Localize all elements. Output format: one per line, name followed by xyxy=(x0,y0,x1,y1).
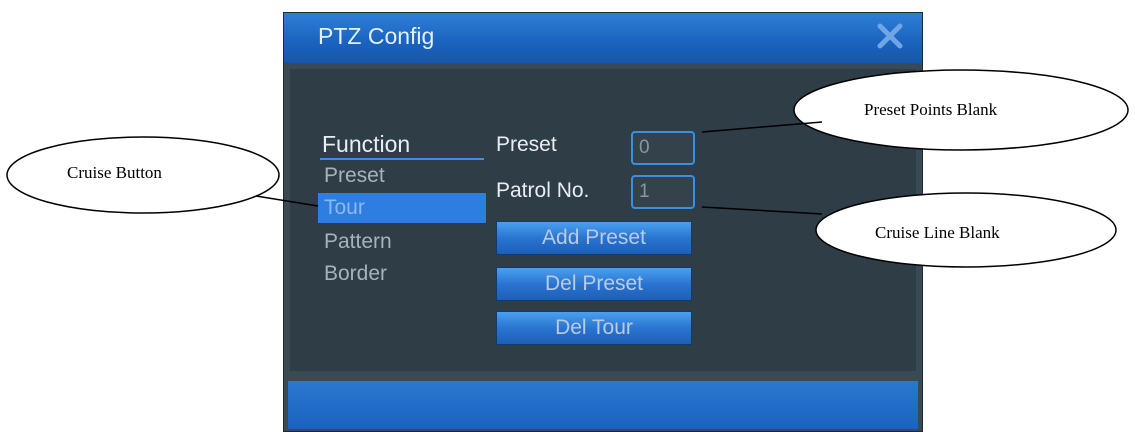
cruise-line-callout-text: Cruise Line Blank xyxy=(875,223,1000,242)
callout-overlay xyxy=(6,69,1129,268)
preset-points-callout-text: Preset Points Blank xyxy=(864,100,998,119)
cruise-button-callout-text: Cruise Button xyxy=(67,163,162,182)
cruise-button-callout xyxy=(6,136,319,214)
